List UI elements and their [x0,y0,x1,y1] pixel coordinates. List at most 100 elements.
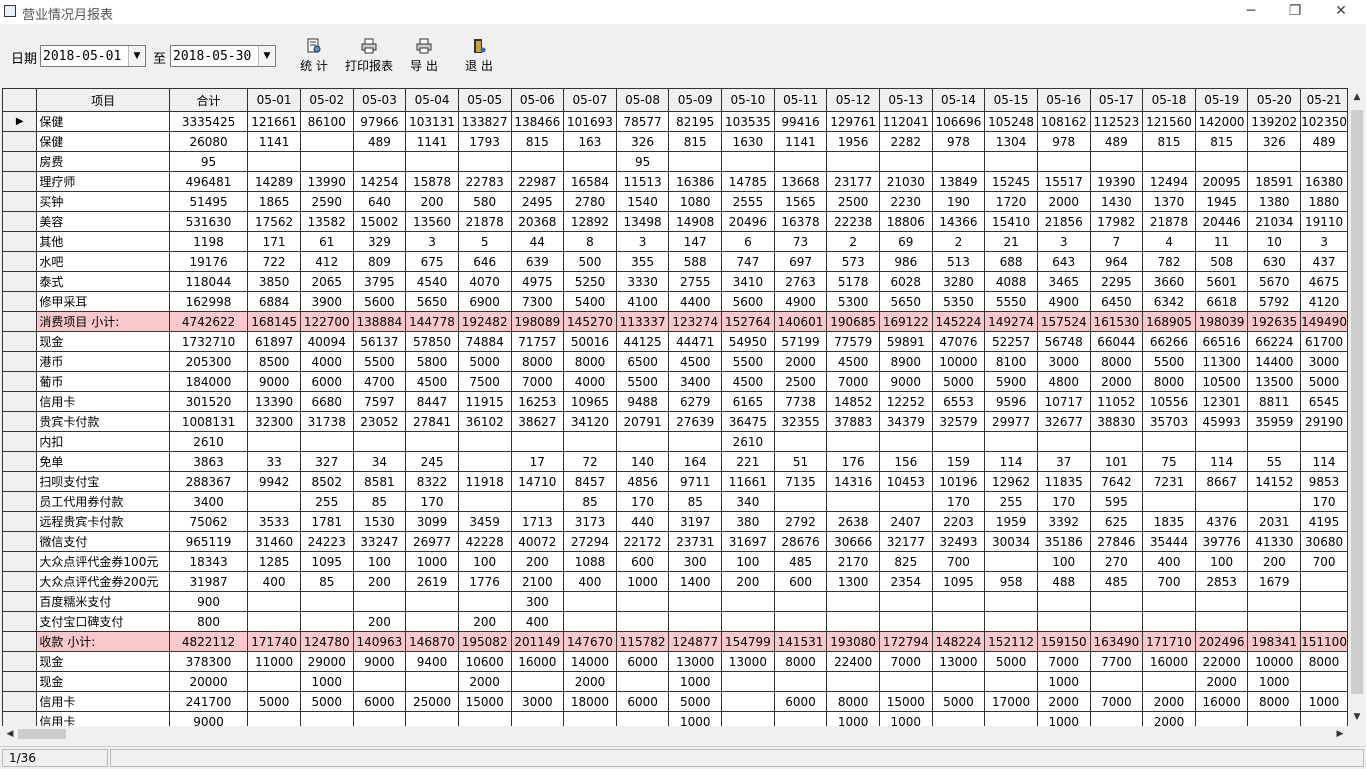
day-value-cell[interactable]: 10965 [563,391,617,412]
day-value-cell[interactable]: 34379 [878,411,933,432]
day-value-cell[interactable]: 190685 [826,311,880,332]
day-value-cell[interactable] [878,671,933,692]
day-value-cell[interactable]: 326 [1247,131,1302,152]
column-header[interactable]: 05-08 [615,88,670,112]
row-selector[interactable] [2,151,38,172]
day-value-cell[interactable] [668,151,723,172]
table-row[interactable]: 信用卡 301520 13390 6680 7597 8447 11915 16253 1096… [2,391,1348,412]
day-value-cell[interactable]: 1370 [1142,191,1196,212]
day-value-cell[interactable]: 24223 [299,531,354,552]
day-value-cell[interactable]: 28676 [773,531,828,552]
day-value-cell[interactable]: 44125 [615,331,670,352]
day-value-cell[interactable]: 171740 [247,631,301,652]
column-header[interactable]: 05-04 [405,88,459,112]
day-value-cell[interactable]: 14316 [826,471,880,492]
day-value-cell[interactable] [984,551,1038,572]
day-value-cell[interactable]: 200 [457,611,512,632]
day-value-cell[interactable]: 138884 [352,311,407,332]
day-value-cell[interactable]: 21034 [1247,211,1302,232]
day-value-cell[interactable]: 1720 [984,191,1038,212]
day-value-cell[interactable]: 600 [773,571,828,592]
day-value-cell[interactable]: 6680 [299,391,354,412]
day-value-cell[interactable]: 5900 [984,371,1038,392]
total-cell[interactable]: 184000 [168,371,249,392]
day-value-cell[interactable]: 7000 [1089,691,1144,712]
vertical-scrollbar[interactable]: ▲ ▼ [1348,88,1366,726]
day-value-cell[interactable]: 14366 [931,211,986,232]
day-value-cell[interactable] [457,431,512,452]
day-value-cell[interactable] [984,151,1038,172]
day-value-cell[interactable]: 7500 [457,371,512,392]
day-value-cell[interactable]: 697 [773,251,828,272]
day-value-cell[interactable] [352,671,407,692]
day-value-cell[interactable]: 2495 [510,191,565,212]
day-value-cell[interactable]: 4 [1142,231,1196,252]
day-value-cell[interactable] [457,451,512,472]
day-value-cell[interactable]: 3000 [1036,351,1091,372]
table-row[interactable]: 微信支付 965119 31460 24223 33247 26977 42228 40072… [2,531,1348,552]
day-value-cell[interactable]: 500 [563,251,617,272]
scroll-up-icon[interactable]: ▲ [1348,88,1366,106]
day-value-cell[interactable]: 3410 [721,271,775,292]
total-cell[interactable]: 118044 [168,271,249,292]
day-value-cell[interactable]: 5000 [931,691,986,712]
day-value-cell[interactable] [826,671,880,692]
close-button[interactable]: ✕ [1318,0,1364,24]
day-value-cell[interactable]: 2295 [1089,271,1144,292]
day-value-cell[interactable]: 34 [352,451,407,472]
day-value-cell[interactable]: 22987 [510,171,565,192]
day-value-cell[interactable]: 4000 [563,371,617,392]
column-header[interactable]: 合计 [168,88,249,112]
day-value-cell[interactable] [510,491,565,512]
day-value-cell[interactable] [299,151,354,172]
vertical-scroll-thumb[interactable] [1351,110,1363,694]
day-value-cell[interactable]: 1865 [247,191,301,212]
day-value-cell[interactable]: 809 [352,251,407,272]
day-value-cell[interactable]: 5800 [405,351,459,372]
day-value-cell[interactable]: 61 [299,231,354,252]
day-value-cell[interactable]: 7000 [510,371,565,392]
day-value-cell[interactable]: 45993 [1194,411,1249,432]
row-item-name[interactable]: 现金 [36,331,170,352]
day-value-cell[interactable]: 5792 [1247,291,1302,312]
day-value-cell[interactable] [668,431,723,452]
day-value-cell[interactable] [931,711,986,726]
day-value-cell[interactable]: 2407 [878,511,933,532]
day-value-cell[interactable]: 101 [1089,451,1144,472]
day-value-cell[interactable] [1247,491,1302,512]
day-value-cell[interactable]: 2000 [1036,691,1091,712]
day-value-cell[interactable]: 13000 [931,651,986,672]
table-row[interactable]: 泰式 118044 3850 2065 3795 4540 4070 4975 5250 3330… [2,271,1348,292]
day-value-cell[interactable] [984,431,1038,452]
day-value-cell[interactable]: 2170 [826,551,880,572]
day-value-cell[interactable] [1036,431,1091,452]
day-value-cell[interactable]: 35703 [1142,411,1196,432]
day-value-cell[interactable]: 12252 [878,391,933,412]
day-value-cell[interactable]: 4800 [1036,371,1091,392]
day-value-cell[interactable] [1142,671,1196,692]
row-item-name[interactable]: 大众点评代金券100元 [36,551,170,572]
chevron-down-icon[interactable]: ▼ [128,46,145,66]
day-value-cell[interactable]: 17 [510,451,565,472]
day-value-cell[interactable]: 722 [247,251,301,272]
day-value-cell[interactable]: 10000 [1247,651,1302,672]
day-value-cell[interactable]: 6000 [773,691,828,712]
day-value-cell[interactable] [1142,491,1196,512]
maximize-button[interactable]: ❐ [1272,0,1318,24]
day-value-cell[interactable]: 95 [615,151,670,172]
day-value-cell[interactable] [1194,431,1249,452]
total-cell[interactable]: 51495 [168,191,249,212]
day-value-cell[interactable] [984,611,1038,632]
day-value-cell[interactable]: 124780 [299,631,354,652]
day-value-cell[interactable]: 32677 [1036,411,1091,432]
day-value-cell[interactable]: 255 [299,491,354,512]
day-value-cell[interactable] [405,671,459,692]
day-value-cell[interactable]: 7597 [352,391,407,412]
day-value-cell[interactable]: 169122 [878,311,933,332]
day-value-cell[interactable] [1247,591,1302,612]
row-item-name[interactable]: 大众点评代金券200元 [36,571,170,592]
day-value-cell[interactable]: 22000 [1194,651,1249,672]
column-header[interactable]: 05-12 [826,88,880,112]
day-value-cell[interactable]: 16378 [773,211,828,232]
day-value-cell[interactable]: 22172 [615,531,670,552]
